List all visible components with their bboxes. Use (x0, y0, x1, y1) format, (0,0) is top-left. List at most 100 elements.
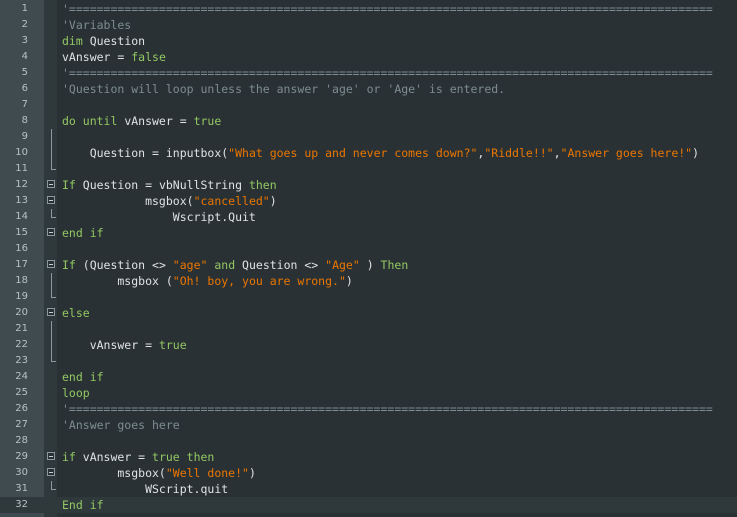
code-token-keyword: false (131, 50, 166, 64)
fold-collapse-icon[interactable] (47, 180, 55, 188)
code-line[interactable]: 2 'Variables (0, 17, 737, 33)
code-line[interactable]: 29 if vAnswer = true then (0, 449, 737, 465)
code-text[interactable]: end if (62, 369, 104, 385)
line-number: 12 (15, 179, 28, 190)
code-line[interactable]: 30 msgbox("Well done!") (0, 465, 737, 481)
code-text[interactable]: Question = inputbox("What goes up and ne… (62, 145, 699, 161)
fold-end-icon (51, 481, 56, 490)
code-line[interactable]: 4 vAnswer = false (0, 49, 737, 65)
code-line[interactable]: 28 (0, 433, 737, 449)
code-line[interactable]: 12 If Question = vbNullString then (0, 177, 737, 193)
code-text[interactable]: 'Question will loop unless the answer 'a… (62, 81, 505, 97)
code-line[interactable]: 5 '======================================… (0, 65, 737, 81)
code-line[interactable]: 20 else (0, 305, 737, 321)
code-line[interactable]: 16 (0, 241, 737, 257)
code-text[interactable]: loop (62, 385, 90, 401)
code-token-string: "Age" (325, 258, 360, 272)
code-text[interactable]: dim Question (62, 33, 145, 49)
code-token-string: "What goes up and never comes down?" (228, 146, 478, 160)
code-token-keyword: loop (62, 386, 90, 400)
code-text[interactable]: WScript.quit (62, 481, 228, 497)
fold-end-icon (51, 353, 56, 362)
code-token-string: "Answer goes here!" (560, 146, 693, 160)
code-text[interactable]: End if (62, 497, 104, 513)
code-token-text: Question = inputbox( (62, 146, 229, 160)
code-token-keyword: End if (62, 498, 104, 512)
line-number: 28 (15, 435, 28, 446)
code-line[interactable]: 21 (0, 321, 737, 337)
code-line[interactable]: 8 do until vAnswer = true (0, 113, 737, 129)
line-number: 15 (15, 227, 28, 238)
code-line[interactable]: 19 (0, 289, 737, 305)
code-text[interactable]: msgbox ("Oh! boy, you are wrong.") (62, 273, 352, 289)
code-token-text: Question = vbNullString (75, 178, 249, 192)
line-number: 31 (15, 483, 28, 494)
code-line[interactable]: 3 dim Question (0, 33, 737, 49)
code-line[interactable]: 23 (0, 353, 737, 369)
code-line[interactable]: 9 (0, 129, 737, 145)
fold-collapse-icon[interactable] (47, 468, 55, 476)
code-text[interactable]: '=======================================… (62, 65, 713, 81)
line-number: 10 (15, 147, 28, 158)
code-text[interactable]: do until vAnswer = true (62, 113, 221, 129)
code-text[interactable]: if vAnswer = true then (62, 449, 214, 465)
code-text[interactable]: '=======================================… (62, 401, 713, 417)
code-line[interactable]: 18 msgbox ("Oh! boy, you are wrong.") (0, 273, 737, 289)
code-text[interactable]: vAnswer = true (62, 337, 187, 353)
code-line[interactable]: 14 Wscript.Quit (0, 209, 737, 225)
code-token-text: ) (248, 466, 256, 480)
code-line[interactable]: 11 (0, 161, 737, 177)
code-line[interactable]: 25 loop (0, 385, 737, 401)
code-line[interactable]: 31 WScript.quit (0, 481, 737, 497)
line-number: 8 (21, 115, 28, 126)
code-token-text: ) (269, 194, 277, 208)
code-text[interactable]: vAnswer = false (62, 49, 166, 65)
code-text[interactable]: If (Question <> "age" and Question <> "A… (62, 257, 408, 273)
code-token-string: "Riddle!!" (484, 146, 554, 160)
code-text[interactable]: else (62, 305, 90, 321)
code-token-comment: '=======================================… (62, 2, 713, 16)
line-number: 4 (21, 51, 28, 62)
line-number: 1 (21, 3, 28, 14)
code-token-text: (Question <> (75, 258, 173, 272)
fold-collapse-icon[interactable] (47, 308, 55, 316)
code-token-keyword: and (207, 258, 243, 272)
fold-collapse-icon[interactable] (47, 260, 55, 268)
code-text[interactable]: end if (62, 225, 104, 241)
fold-collapse-icon[interactable] (47, 196, 55, 204)
code-text[interactable]: If Question = vbNullString then (62, 177, 277, 193)
code-line[interactable]: 7 (0, 97, 737, 113)
line-number: 7 (21, 99, 28, 110)
code-token-text: ) (359, 258, 381, 272)
line-number: 14 (15, 211, 28, 222)
code-text[interactable]: 'Variables (62, 17, 131, 33)
code-line[interactable]: 6 'Question will loop unless the answer '… (0, 81, 737, 97)
code-text[interactable]: '=======================================… (62, 1, 713, 17)
code-text[interactable]: msgbox("Well done!") (62, 465, 256, 481)
code-line[interactable]: 27 'Answer goes here (0, 417, 737, 433)
code-token-keyword: If (62, 258, 76, 272)
line-number: 29 (15, 451, 28, 462)
code-text[interactable]: Wscript.Quit (62, 209, 256, 225)
code-line[interactable]: 10 Question = inputbox("What goes up and… (0, 145, 737, 161)
line-number: 30 (15, 467, 28, 478)
code-token-text: Wscript.Quit (62, 210, 256, 224)
code-token-keyword: end if (62, 226, 104, 240)
code-line[interactable]: 15 end if (0, 225, 737, 241)
code-token-keyword: end if (62, 370, 104, 384)
code-line[interactable]: 1 '======================================… (0, 1, 737, 17)
code-editor[interactable]: 1 '======================================… (0, 0, 737, 517)
code-token-string: "cancelled" (193, 194, 270, 208)
code-token-string: "age" (172, 258, 208, 272)
code-line[interactable]: 32 End if (0, 497, 737, 513)
fold-line-icon (51, 129, 52, 145)
code-text[interactable]: msgbox("cancelled") (62, 193, 277, 209)
code-line[interactable]: 13 msgbox("cancelled") (0, 193, 737, 209)
code-line[interactable]: 22 vAnswer = true (0, 337, 737, 353)
code-line[interactable]: 17 If (Question <> "age" and Question <> … (0, 257, 737, 273)
fold-collapse-icon[interactable] (47, 228, 55, 236)
fold-collapse-icon[interactable] (47, 452, 55, 460)
code-text[interactable]: 'Answer goes here (62, 417, 180, 433)
code-line[interactable]: 26 '=====================================… (0, 401, 737, 417)
code-line[interactable]: 24 end if (0, 369, 737, 385)
